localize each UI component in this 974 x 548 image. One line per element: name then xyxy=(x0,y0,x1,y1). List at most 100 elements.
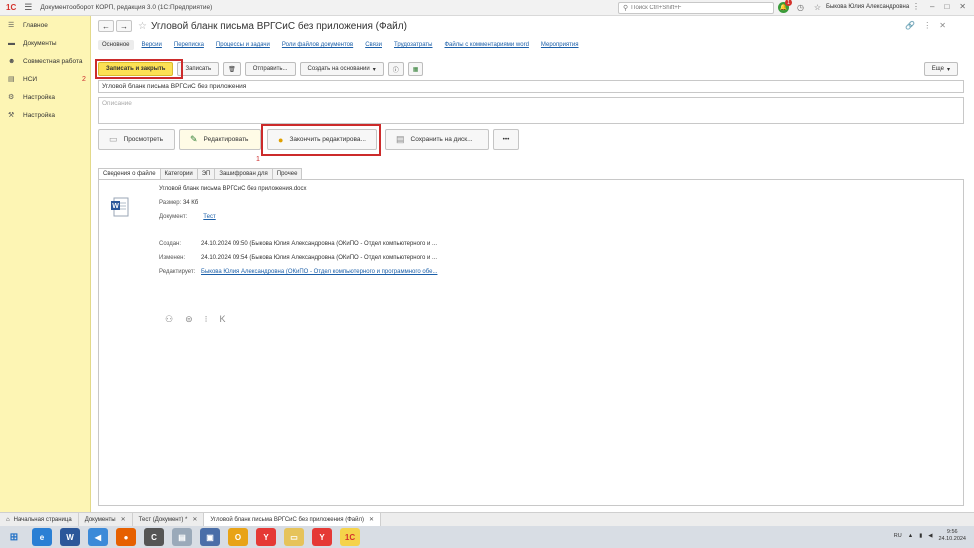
menu-dots-icon[interactable]: ⋮ xyxy=(912,2,920,11)
tab-versions[interactable]: Версии xyxy=(138,40,166,50)
chevron-down-icon: ▾ xyxy=(372,66,376,73)
start-icon[interactable]: ⊞ xyxy=(4,528,24,546)
key-icon[interactable]: K xyxy=(220,314,226,325)
history-icon[interactable]: ◷ xyxy=(795,2,806,13)
titlebar-icons: 🔔 1 ◷ ☆ xyxy=(778,0,823,13)
maximize-icon[interactable]: □ xyxy=(944,2,949,11)
search-icon: ⚲ xyxy=(623,5,629,12)
save-button[interactable]: Записать xyxy=(177,62,220,76)
sidebar-item-main[interactable]: ☰ Главное xyxy=(0,16,90,34)
window-tab-file[interactable]: Угловой бланк письма ВРГСиС без приложен… xyxy=(204,513,381,526)
tab-links[interactable]: Связи xyxy=(361,40,386,50)
edit-button[interactable]: ✎ Редактировать xyxy=(179,129,261,150)
close-tab-icon[interactable]: ✕ xyxy=(121,516,126,523)
window-controls: ⋮ – □ ✕ xyxy=(912,2,966,11)
vscode-icon[interactable]: ◀ xyxy=(88,528,108,546)
users-icon[interactable]: ⚇ xyxy=(165,314,173,325)
window-tab-home[interactable]: ⌂ Начальная страница xyxy=(0,513,79,526)
doc-menu-dots-icon[interactable]: ⋮ xyxy=(923,21,931,30)
window-tab-documents[interactable]: Документы ✕ xyxy=(79,513,133,526)
favorite-star-icon[interactable]: ☆ xyxy=(138,21,147,32)
view-button[interactable]: ▭ Просмотреть xyxy=(98,129,175,150)
notifications-icon[interactable]: 🔔 1 xyxy=(778,0,792,13)
name-field[interactable]: Угловой бланк письма ВРГСиС без приложен… xyxy=(98,80,964,93)
info-button[interactable]: ⓘ xyxy=(387,62,404,76)
tab-roles[interactable]: Роли файлов документов xyxy=(278,40,357,50)
sidebar-item-settings[interactable]: ⚙ Настройка xyxy=(0,88,90,106)
sidebar-item-settings-2[interactable]: ⚒ Настройка xyxy=(0,106,90,124)
highlight-finish-edit xyxy=(261,124,381,156)
current-user[interactable]: Быкова Юлия Александровна xyxy=(826,4,909,10)
minimize-icon[interactable]: – xyxy=(930,2,934,11)
window-tab-test[interactable]: Тест (Документ) * ✕ xyxy=(133,513,205,526)
back-button[interactable]: ← xyxy=(98,20,114,32)
sidebar-item-nsi[interactable]: ▤ НСИ xyxy=(0,70,90,88)
network-icon[interactable]: ▮ xyxy=(919,533,922,539)
sidebar-item-documents[interactable]: ▬ Документы xyxy=(0,34,90,52)
search-input[interactable] xyxy=(631,5,762,11)
favorites-icon[interactable]: ☆ xyxy=(812,2,823,13)
ie-icon[interactable]: e xyxy=(32,528,52,546)
os-taskbar: ⊞ e W ◀ ● C ▤ ▣ O Y ▭ Y 1С RU ▲ ▮ ◀ 9:56… xyxy=(0,526,974,548)
notepad-icon[interactable]: ▤ xyxy=(172,528,192,546)
home-icon: ⌂ xyxy=(6,516,10,523)
installer-icon[interactable]: ▣ xyxy=(200,528,220,546)
yandex-icon[interactable]: Y xyxy=(256,528,276,546)
yandex-browser-icon[interactable]: Y xyxy=(312,528,332,546)
trash-icon: 🗑 xyxy=(228,66,236,73)
excel-button[interactable]: ▦ xyxy=(407,62,424,76)
info-icon: ⓘ xyxy=(392,67,399,74)
tray-up-icon[interactable]: ▲ xyxy=(908,533,913,539)
main-content: ← → ☆ Угловой бланк письма ВРГСиС без пр… xyxy=(82,16,974,512)
save-disk-button[interactable]: ▤ Сохранить на диск... xyxy=(385,129,489,150)
forward-button[interactable]: → xyxy=(116,20,132,32)
document-link[interactable]: Тест xyxy=(203,214,215,220)
encrypt-icon[interactable]: ⊜ xyxy=(185,314,193,325)
subtab-other[interactable]: Прочее xyxy=(271,168,303,179)
doc-close-icon[interactable]: ✕ xyxy=(939,21,946,30)
more-actions-button[interactable]: ••• xyxy=(493,129,519,150)
gear-icon: ⚙ xyxy=(8,94,15,101)
tab-correspondence[interactable]: Переписка xyxy=(170,40,208,50)
more-button[interactable]: Еще ▾ xyxy=(923,62,958,76)
main-menu-icon[interactable]: ☰ xyxy=(24,2,32,13)
close-tab-icon[interactable]: ✕ xyxy=(192,516,197,523)
tab-labor[interactable]: Трудозатраты xyxy=(390,40,436,50)
tree-icon[interactable]: ⁝ xyxy=(205,314,208,325)
editing-user-link[interactable]: Быкова Юлия Александровна (ОКиПО - Отдел… xyxy=(201,269,437,275)
word-icon[interactable]: W xyxy=(60,528,80,546)
notification-badge: 1 xyxy=(785,0,792,6)
firefox-icon[interactable]: ● xyxy=(116,528,136,546)
tab-word-comments[interactable]: Файлы с комментариями word xyxy=(440,40,532,50)
volume-icon[interactable]: ◀ xyxy=(928,533,932,539)
tab-events[interactable]: Мероприятия xyxy=(537,40,583,50)
pencil-icon: ✎ xyxy=(190,134,198,144)
close-icon[interactable]: ✕ xyxy=(959,2,966,11)
app-c-icon[interactable]: C xyxy=(144,528,164,546)
onec-icon[interactable]: 1С xyxy=(340,528,360,546)
language-indicator[interactable]: RU xyxy=(894,533,902,539)
subtab-categories[interactable]: Категории xyxy=(159,168,198,179)
description-field[interactable]: Описание xyxy=(98,97,964,124)
close-tab-icon[interactable]: ✕ xyxy=(369,516,374,523)
outlook-icon[interactable]: O xyxy=(228,528,248,546)
global-search[interactable]: ⚲ xyxy=(618,2,774,14)
file-changed-row: Изменен: 24.10.2024 09:54 (Быкова Юлия Ал… xyxy=(159,255,438,261)
create-based-button[interactable]: Создать на основании ▾ xyxy=(299,62,384,76)
file-subtabs: Сведения о файле Категории ЭП Зашифрован… xyxy=(98,168,964,180)
file-status-icons: ⚇ ⊜ ⁝ K xyxy=(165,314,226,325)
menu-lines-icon: ☰ xyxy=(8,22,15,29)
explorer-icon[interactable]: ▭ xyxy=(284,528,304,546)
sidebar-item-collaboration[interactable]: ☻ Совместная работа xyxy=(0,52,90,70)
subtab-signature[interactable]: ЭП xyxy=(196,168,216,179)
subtab-encrypted[interactable]: Зашифрован для xyxy=(214,168,273,179)
send-button[interactable]: Отправить... xyxy=(244,62,296,76)
link-icon[interactable]: 🔗 xyxy=(905,21,915,30)
subtab-file-info[interactable]: Сведения о файле xyxy=(98,168,161,179)
clock[interactable]: 9:56 24.10.2024 xyxy=(938,529,966,543)
tab-main[interactable]: Основное xyxy=(98,40,134,50)
delete-button[interactable]: 🗑 xyxy=(223,62,241,76)
doc-header-icons: 🔗 ⋮ ✕ xyxy=(905,21,946,30)
document-view-icon: ▭ xyxy=(109,134,118,144)
tab-processes[interactable]: Процессы и задачи xyxy=(212,40,274,50)
